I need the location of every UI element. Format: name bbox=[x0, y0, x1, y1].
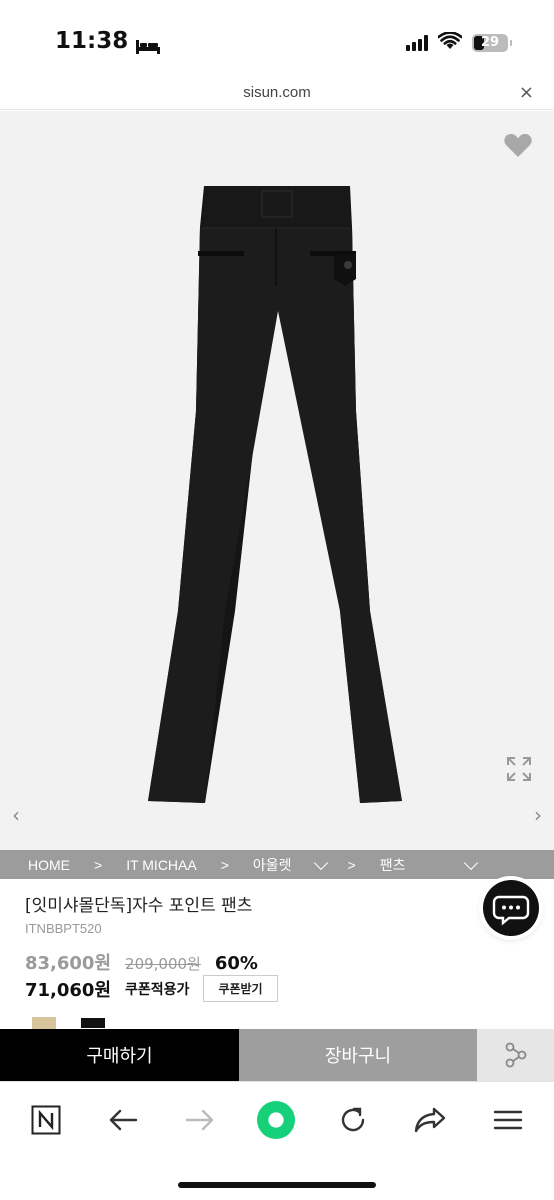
chat-bubble-icon bbox=[492, 895, 530, 926]
wifi-icon bbox=[437, 31, 463, 54]
gallery-next-arrow-icon[interactable]: › bbox=[534, 803, 542, 827]
naver-home-button[interactable] bbox=[26, 1100, 66, 1140]
product-info: [잇미샤몰단독]자수 포인트 팬츠 ITNBBPT520 83,600원 209… bbox=[0, 879, 554, 1029]
fullscreen-expand-icon[interactable] bbox=[506, 756, 532, 786]
battery-level: 29 bbox=[480, 35, 500, 50]
product-title: [잇미샤몰단독]자수 포인트 팬츠 bbox=[25, 896, 253, 916]
sale-price: 83,600원 bbox=[25, 953, 112, 974]
share-arrow-icon bbox=[414, 1107, 446, 1133]
buy-now-button[interactable]: 구매하기 bbox=[0, 1029, 239, 1081]
add-to-cart-button[interactable]: 장바구니 bbox=[239, 1029, 477, 1081]
menu-button[interactable] bbox=[488, 1100, 528, 1140]
product-image-gallery[interactable]: ‹ › bbox=[0, 111, 554, 850]
breadcrumb-brand[interactable]: IT MICHAA bbox=[126, 857, 197, 873]
hamburger-menu-icon bbox=[493, 1110, 523, 1130]
breadcrumb-home[interactable]: HOME bbox=[28, 857, 70, 873]
clock: 11:38 bbox=[55, 28, 161, 54]
breadcrumb: HOME > IT MICHAA > 아울렛 > 팬츠 bbox=[0, 850, 554, 879]
breadcrumb-separator: > bbox=[347, 856, 356, 873]
chevron-down-icon[interactable] bbox=[313, 855, 328, 870]
chevron-down-icon[interactable] bbox=[463, 855, 478, 870]
green-dot-button[interactable] bbox=[256, 1100, 296, 1140]
back-button[interactable] bbox=[103, 1100, 143, 1140]
color-swatch-black[interactable] bbox=[80, 1017, 106, 1029]
purchase-action-bar: 구매하기 장바구니 bbox=[0, 1029, 554, 1081]
product-image bbox=[148, 186, 402, 803]
product-code: ITNBBPT520 bbox=[25, 921, 102, 936]
browser-toolbar bbox=[0, 1081, 554, 1200]
clock-time: 11:38 bbox=[55, 28, 129, 54]
breadcrumb-outlet[interactable]: 아울렛 bbox=[253, 855, 292, 875]
sleep-mode-icon bbox=[136, 34, 161, 54]
coupon-price-label: 쿠폰적용가 bbox=[125, 981, 190, 998]
chat-button[interactable] bbox=[483, 880, 539, 936]
breadcrumb-separator: > bbox=[220, 856, 229, 873]
color-swatch-beige[interactable] bbox=[32, 1017, 56, 1029]
final-price: 71,060원 bbox=[25, 979, 112, 1001]
wishlist-heart-icon[interactable] bbox=[504, 133, 532, 162]
coupon-price-row: 71,060원 쿠폰적용가 쿠폰받기 bbox=[25, 975, 278, 1002]
forward-button[interactable] bbox=[180, 1100, 220, 1140]
share-page-button[interactable] bbox=[410, 1100, 450, 1140]
share-nodes-icon bbox=[505, 1042, 526, 1068]
status-bar: 11:38 29 bbox=[0, 0, 554, 80]
battery-icon: 29 bbox=[472, 34, 512, 52]
green-dot-icon bbox=[256, 1100, 296, 1140]
home-indicator[interactable] bbox=[178, 1182, 376, 1188]
browser-url-bar[interactable]: sisun.com × bbox=[0, 80, 554, 110]
gallery-prev-arrow-icon[interactable]: ‹ bbox=[12, 803, 20, 827]
close-icon[interactable]: × bbox=[519, 82, 534, 103]
url-text[interactable]: sisun.com bbox=[0, 84, 554, 101]
arrow-right-icon bbox=[185, 1109, 214, 1131]
arrow-left-icon bbox=[109, 1109, 138, 1131]
discount-rate: 60% bbox=[214, 953, 258, 974]
cellular-signal-icon bbox=[406, 35, 428, 51]
n-logo-icon bbox=[31, 1105, 61, 1135]
price-row: 83,600원 209,000원 60% bbox=[25, 949, 258, 975]
share-button[interactable] bbox=[477, 1029, 554, 1081]
refresh-button[interactable] bbox=[333, 1100, 373, 1140]
breadcrumb-separator: > bbox=[94, 856, 103, 873]
breadcrumb-pants[interactable]: 팬츠 bbox=[380, 855, 406, 875]
refresh-icon bbox=[341, 1107, 365, 1132]
list-price: 209,000원 bbox=[125, 955, 201, 973]
get-coupon-button[interactable]: 쿠폰받기 bbox=[203, 975, 278, 1002]
